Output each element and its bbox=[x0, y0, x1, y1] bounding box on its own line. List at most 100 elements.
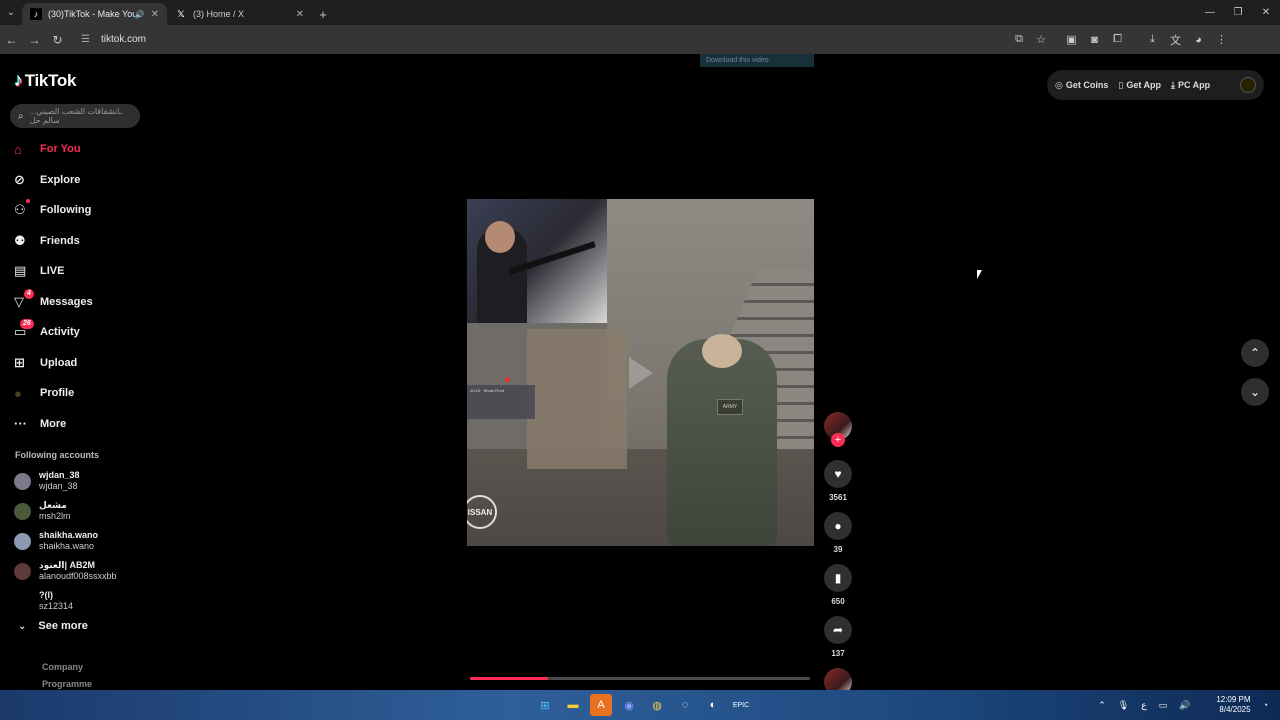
app-icon[interactable]: ◌ bbox=[674, 694, 696, 716]
chrome-icon[interactable]: ◍ bbox=[646, 694, 668, 716]
share-button[interactable]: ➦ 137 bbox=[824, 616, 852, 658]
sidebar-item-upload[interactable]: ⊞ Upload bbox=[14, 348, 93, 379]
windows-start-icon[interactable]: ⊞ bbox=[534, 694, 556, 716]
clock[interactable]: 12:09 PM 8/4/2025 bbox=[1204, 695, 1250, 715]
url-text: tiktok.com bbox=[101, 34, 147, 45]
browser-tab-strip: ⌄ ♪ (30)TikTok - Make Your Day 🔊 ✕ 𝕏 (3)… bbox=[0, 0, 1280, 25]
activity-badge: 26 bbox=[20, 319, 34, 330]
tiktok-logo[interactable]: ♪ TikTok bbox=[14, 70, 76, 91]
get-coins-button[interactable]: ◎ Get Coins bbox=[1055, 80, 1108, 91]
sidebar-item-explore[interactable]: ⊘ Explore bbox=[14, 165, 93, 196]
app-icon[interactable]: A bbox=[590, 694, 612, 716]
play-icon[interactable] bbox=[629, 357, 653, 389]
language-indicator[interactable]: ع bbox=[1141, 700, 1146, 711]
sidebar-nav: ⌂ For You ⊘ Explore ⚇ Following ⚉ Friend… bbox=[14, 134, 93, 439]
footer-link-company[interactable]: Company bbox=[42, 662, 83, 672]
bookmark-icon: ▮ bbox=[824, 564, 852, 592]
minimize-icon[interactable]: — bbox=[1196, 0, 1224, 25]
like-button[interactable]: ♥ 3561 bbox=[824, 460, 852, 502]
list-item[interactable]: ?(l) sz12314 bbox=[14, 586, 117, 616]
comment-button[interactable]: ● 39 bbox=[824, 512, 852, 554]
discord-icon[interactable]: ◉ bbox=[618, 694, 640, 716]
translate-icon[interactable]: 文 bbox=[1164, 32, 1187, 48]
avatar bbox=[14, 532, 31, 550]
list-item[interactable]: shaikha.wano shaikha.wano bbox=[14, 526, 117, 556]
chevron-up-icon[interactable]: ⌃ bbox=[1098, 700, 1106, 711]
user-avatar[interactable] bbox=[1240, 77, 1256, 93]
footer-link-programme[interactable]: Programme bbox=[42, 679, 92, 689]
messages-icon: ▽ 4 bbox=[14, 288, 40, 310]
back-icon[interactable]: ← bbox=[0, 25, 23, 54]
forward-icon[interactable]: → bbox=[23, 25, 46, 54]
download-icon: ⤓ bbox=[1171, 79, 1175, 90]
avatar bbox=[14, 562, 31, 580]
avatar bbox=[14, 502, 31, 520]
search-input[interactable]: ⌕ ...ـانشقاقات الشعب الصيني سالم حل bbox=[10, 104, 140, 128]
sidebar-item-label: Friends bbox=[40, 234, 80, 247]
list-item[interactable]: wjdan_38 wjdan_38 bbox=[14, 466, 117, 496]
sidebar-item-live[interactable]: ▤ LIVE bbox=[14, 256, 93, 287]
network-icon[interactable]: ▭ bbox=[1159, 700, 1168, 711]
video-actions: + ♥ 3561 ● 39 ▮ 650 ➦ 137 bbox=[824, 412, 852, 696]
list-item[interactable]: مشعل msh2lm bbox=[14, 496, 117, 526]
extension-icon[interactable]: ◙ bbox=[1083, 34, 1106, 46]
new-tab-button[interactable]: + bbox=[312, 3, 334, 25]
address-bar[interactable]: ☰ tiktok.com ⧉ ☆ bbox=[77, 29, 1052, 51]
follow-plus-icon[interactable]: + bbox=[831, 433, 845, 447]
tiktok-page: ♪ TikTok ⌕ ...ـانشقاقات الشعب الصيني سال… bbox=[0, 54, 1280, 696]
microphone-icon[interactable]: 🎙 bbox=[1118, 700, 1129, 711]
search-placeholder: ...ـانشقاقات الشعب الصيني سالم حل bbox=[29, 107, 122, 125]
video-progress-fill bbox=[470, 677, 549, 680]
x-icon: 𝕏 bbox=[177, 8, 185, 19]
file-explorer-icon[interactable]: ▬ bbox=[562, 694, 584, 716]
extension-icon[interactable]: ▣ bbox=[1060, 33, 1083, 46]
download-icon[interactable]: ⤓ bbox=[1141, 33, 1164, 46]
mouse-cursor-icon bbox=[977, 270, 982, 279]
pc-app-label: PC App bbox=[1177, 80, 1211, 90]
tab-search-icon[interactable]: ⌄ bbox=[0, 0, 22, 25]
maximize-icon[interactable]: ❐ bbox=[1224, 0, 1252, 25]
next-video-button[interactable]: ⌄ bbox=[1241, 378, 1269, 406]
see-more-button[interactable]: ⌄ See more bbox=[18, 620, 88, 632]
sidebar-item-label: Upload bbox=[40, 356, 78, 369]
share-icon: ➦ bbox=[824, 616, 852, 644]
extensions-puzzle-icon[interactable]: ⧠ bbox=[1106, 33, 1129, 46]
pc-app-button[interactable]: ⤓ PC App bbox=[1171, 80, 1210, 91]
speaker-icon[interactable]: 🔊 bbox=[135, 10, 145, 19]
sidebar-item-messages[interactable]: ▽ 4 Messages bbox=[14, 287, 93, 318]
close-window-icon[interactable]: ✕ bbox=[1252, 0, 1280, 25]
sidebar-item-profile[interactable]: ● Profile bbox=[14, 378, 93, 409]
video-frame-box bbox=[527, 329, 627, 469]
save-button[interactable]: ▮ 650 bbox=[824, 564, 852, 606]
sidebar-item-more[interactable]: ··· More bbox=[14, 409, 93, 440]
sidebar-item-following[interactable]: ⚇ Following bbox=[14, 195, 93, 226]
video-progress-bar[interactable] bbox=[470, 677, 810, 680]
close-tab-icon[interactable]: ✕ bbox=[296, 9, 304, 20]
profile-avatar-icon[interactable]: ◕ bbox=[1187, 34, 1210, 46]
sidebar-item-friends[interactable]: ⚉ Friends bbox=[14, 226, 93, 257]
video-player[interactable]: ARMY 10:15 · Shots Fired ISSAN bbox=[467, 199, 814, 546]
steam-icon[interactable]: ◐ bbox=[702, 694, 724, 716]
tab-x[interactable]: 𝕏 (3) Home / X ✕ bbox=[167, 3, 312, 25]
previous-video-button[interactable]: ⌃ bbox=[1241, 339, 1269, 367]
notifications-icon[interactable]: ◔ bbox=[1263, 700, 1268, 710]
menu-kebab-icon[interactable]: ⋮ bbox=[1210, 33, 1233, 46]
epic-games-icon[interactable]: EPIC bbox=[730, 694, 752, 716]
close-tab-icon[interactable]: ✕ bbox=[151, 9, 159, 20]
bookmark-star-icon[interactable]: ☆ bbox=[1030, 33, 1052, 46]
sidebar-item-label: Activity bbox=[40, 326, 80, 339]
following-accounts-title: Following accounts bbox=[15, 450, 100, 460]
tab-tiktok[interactable]: ♪ (30)TikTok - Make Your Day 🔊 ✕ bbox=[22, 3, 167, 25]
creator-avatar[interactable]: + bbox=[824, 412, 852, 447]
site-info-icon[interactable]: ☰ bbox=[81, 34, 95, 45]
comment-icon: ● bbox=[824, 512, 852, 540]
get-app-button[interactable]: ▯ Get App bbox=[1118, 80, 1161, 91]
volume-icon[interactable]: 🔊 bbox=[1179, 700, 1190, 711]
download-video-banner[interactable]: Download this video bbox=[700, 54, 814, 67]
reload-icon[interactable]: ↻ bbox=[46, 25, 69, 54]
install-icon[interactable]: ⧉ bbox=[1008, 33, 1030, 46]
sidebar-item-activity[interactable]: ▭ 26 Activity bbox=[14, 317, 93, 348]
list-item[interactable]: العنود| AB2M alanoudf008ssxxbb bbox=[14, 556, 117, 586]
sidebar-item-for-you[interactable]: ⌂ For You bbox=[14, 134, 93, 165]
tab-title: (3) Home / X bbox=[193, 9, 245, 19]
